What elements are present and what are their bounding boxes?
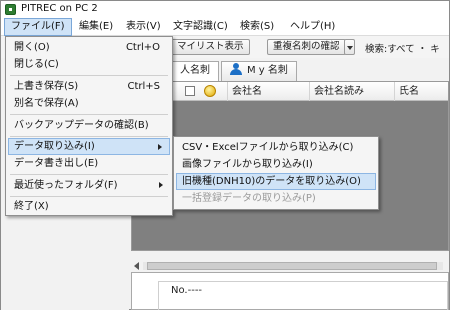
file-menu: 開く(O) Ctrl+O 閉じる(C) 上書き保存(S) Ctrl+S 別名で保… [5, 36, 173, 216]
favorite-icon [204, 85, 216, 97]
menu-help[interactable]: ヘルプ(H) [284, 18, 341, 36]
duplicate-dropdown-button[interactable] [344, 39, 355, 55]
menu-item-data-import-label: データ取り込み(I) [14, 141, 95, 152]
tab-all-cards[interactable]: 人名刺 [171, 61, 219, 81]
menu-bar: ファイル(F) 編集(E) 表示(V) 文字認識(C) 検索(S) ヘルプ(H) [1, 18, 449, 36]
submenu-item-image-file[interactable]: 画像ファイルから取り込み(I) [176, 156, 376, 173]
tab-bar: 人名刺 M y 名刺 [131, 59, 449, 81]
import-submenu: CSV・Excelファイルから取り込み(C) 画像ファイルから取り込み(I) 旧… [173, 136, 379, 210]
tab-my-cards[interactable]: M y 名刺 [221, 61, 297, 81]
menu-item-save-label: 上書き保存(S) [14, 81, 79, 92]
window-title: PITREC on PC 2 [21, 3, 98, 14]
menu-separator [10, 114, 168, 115]
menu-separator [10, 75, 168, 76]
person-icon [230, 63, 242, 75]
scrollbar-thumb[interactable] [147, 262, 437, 270]
menu-edit[interactable]: 編集(E) [73, 18, 119, 36]
submenu-item-bulk-import: 一括登録データの取り込み(P) [182, 193, 316, 204]
title-bar: PITREC on PC 2 [1, 1, 449, 18]
menu-item-data-export[interactable]: データ書き出し(E) [8, 155, 170, 172]
menu-item-save-as[interactable]: 別名で保存(A) [8, 95, 170, 112]
scroll-left-arrow-icon[interactable] [133, 262, 141, 270]
column-company[interactable]: 会社名 [227, 82, 309, 101]
menu-item-exit-label: 終了(X) [14, 201, 49, 212]
tab-my-cards-label: M y 名刺 [247, 65, 288, 76]
submenu-item-legacy-dnh10[interactable]: 旧機種(DNH10)のデータを取り込み(O) [176, 173, 376, 190]
select-all-checkbox[interactable] [185, 86, 195, 96]
submenu-arrow-icon [158, 144, 162, 150]
menu-item-exit[interactable]: 終了(X) [8, 198, 170, 215]
menu-item-close-label: 閉じる(C) [14, 59, 59, 70]
menu-file[interactable]: ファイル(F) [4, 18, 72, 36]
card-detail-box: No.---- [158, 281, 448, 310]
menu-view[interactable]: 表示(V) [120, 18, 167, 36]
menu-item-recent-folders[interactable]: 最近使ったフォルダ(F) [8, 177, 170, 194]
mylist-button[interactable]: マイリスト表示 [171, 39, 250, 55]
horizontal-scrollbar[interactable] [143, 262, 443, 270]
menu-item-backup-check[interactable]: バックアップデータの確認(B) [8, 117, 170, 134]
menu-item-close[interactable]: 閉じる(C) [8, 56, 170, 73]
menu-item-recent-folders-label: 最近使ったフォルダ(F) [14, 180, 118, 191]
menu-item-save[interactable]: 上書き保存(S) Ctrl+S [8, 78, 170, 95]
menu-separator [10, 136, 168, 137]
menu-item-data-import[interactable]: データ取り込み(I) [8, 138, 170, 155]
menu-separator [10, 196, 168, 197]
menu-separator [10, 174, 168, 175]
table-header: 会社名 会社名読み 氏名 [132, 82, 448, 101]
submenu-item-csv-excel[interactable]: CSV・Excelファイルから取り込み(C) [176, 139, 376, 156]
menu-item-open[interactable]: 開く(O) Ctrl+O [8, 39, 170, 56]
menu-item-save-shortcut: Ctrl+S [127, 81, 160, 92]
column-name[interactable]: 氏名 [394, 82, 448, 101]
menu-item-open-shortcut: Ctrl+O [125, 42, 160, 53]
app-icon [5, 4, 16, 15]
menu-search[interactable]: 検索(S) [234, 18, 280, 36]
submenu-arrow-icon [159, 182, 163, 188]
menu-ocr[interactable]: 文字認識(C) [167, 18, 234, 36]
duplicate-check-button[interactable]: 重複名刺の確認 [267, 39, 346, 55]
column-company-reading[interactable]: 会社名読み [309, 82, 394, 101]
menu-item-open-label: 開く(O) [14, 42, 50, 53]
app-window: PITREC on PC 2 ファイル(F) 編集(E) 表示(V) 文字認識(… [0, 0, 450, 310]
pane-splitter[interactable] [131, 253, 449, 261]
menu-item-save-as-label: 別名で保存(A) [14, 98, 79, 109]
card-detail-pane: No.---- [131, 272, 449, 310]
card-number: No.---- [171, 285, 203, 296]
menu-item-data-export-label: データ書き出し(E) [14, 158, 99, 169]
menu-item-backup-check-label: バックアップデータの確認(B) [14, 120, 149, 131]
